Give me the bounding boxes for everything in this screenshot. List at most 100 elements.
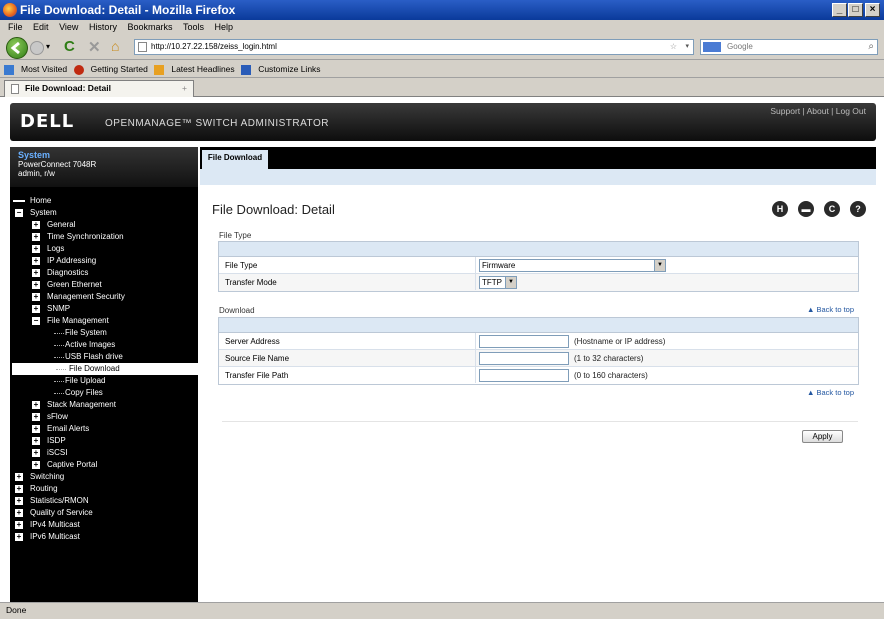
tree-item-home[interactable]: Home [10,195,198,207]
search-engine-icon[interactable] [703,42,721,52]
tree-item-general[interactable]: + General [10,219,198,231]
tree-item-management-security[interactable]: + Management Security [10,291,198,303]
expand-icon[interactable]: + [32,437,40,445]
back-button[interactable] [6,37,28,59]
bookmark-most-visited[interactable]: Most Visited [4,61,67,78]
tree-item-email-alerts[interactable]: + Email Alerts [10,423,198,435]
server-address-input[interactable] [479,335,569,348]
expand-icon[interactable]: + [15,509,23,517]
print-icon[interactable]: ▬ [798,201,814,217]
expand-icon[interactable]: + [15,497,23,505]
expand-icon[interactable]: + [32,245,40,253]
menu-history[interactable]: History [89,20,117,35]
menu-file[interactable]: File [8,20,23,35]
file-type-value: Firmware [482,261,516,270]
tree-item-file-management[interactable]: − File Management [10,315,198,327]
history-dropdown-icon[interactable]: ▾ [46,42,50,51]
tree-item-green-ethernet[interactable]: + Green Ethernet [10,279,198,291]
close-button[interactable]: × [865,3,880,17]
tree-item-routing[interactable]: + Routing [10,483,198,495]
tree-item-copy-files[interactable]: Copy Files [10,387,198,399]
divider [222,421,858,422]
help-icon[interactable]: ? [850,201,866,217]
tree-item-snmp[interactable]: + SNMP [10,303,198,315]
menu-help[interactable]: Help [215,20,234,35]
apply-button[interactable]: Apply [802,430,843,443]
tree-item-isdp[interactable]: + ISDP [10,435,198,447]
tree-item-file-upload[interactable]: File Upload [10,375,198,387]
expand-icon[interactable]: + [32,461,40,469]
tree-item-captive-portal[interactable]: + Captive Portal [10,459,198,471]
tree-item-statistics-rmon[interactable]: + Statistics/RMON [10,495,198,507]
back-to-top-link[interactable]: ▲ Back to top [807,388,854,397]
expand-icon[interactable]: + [32,221,40,229]
forward-button[interactable] [30,41,44,55]
search-icon[interactable]: ⌕ [868,40,874,54]
tree-item-stack-management[interactable]: + Stack Management [10,399,198,411]
expand-icon[interactable]: + [32,233,40,241]
expand-icon[interactable]: + [32,269,40,277]
expand-icon[interactable]: + [32,257,40,265]
tree-item-ipv6-multicast[interactable]: + IPv6 Multicast [10,531,198,543]
minimize-button[interactable]: _ [832,3,847,17]
menu-bookmarks[interactable]: Bookmarks [127,20,172,35]
expand-icon[interactable]: + [32,293,40,301]
expand-icon[interactable]: + [32,401,40,409]
expand-icon[interactable]: + [15,533,23,541]
tree-item-system[interactable]: − System [10,207,198,219]
bookmark-customize-links[interactable]: Customize Links [241,61,321,78]
browser-tab[interactable]: File Download: Detail + [4,80,194,97]
refresh-icon[interactable]: C [824,201,840,217]
expand-icon[interactable]: + [15,521,23,529]
search-input[interactable]: Google ⌕ [700,39,878,55]
expand-icon[interactable]: + [32,425,40,433]
transfer-mode-select[interactable]: TFTP ▼ [479,276,517,289]
tree-item-iscsi[interactable]: + iSCSI [10,447,198,459]
bookmark-star-icon[interactable]: ☆ [670,40,677,54]
row-divider [475,367,476,383]
tree-item-usb-flash-drive[interactable]: USB Flash drive [10,351,198,363]
save-icon[interactable]: H [772,201,788,217]
expand-icon[interactable]: + [15,473,23,481]
stop-icon[interactable]: ✕ [88,38,101,56]
menu-view[interactable]: View [59,20,78,35]
url-dropdown-icon[interactable]: ▾ [685,40,689,54]
expand-icon[interactable]: + [15,485,23,493]
expand-icon[interactable]: + [32,281,40,289]
tree-item-time-synchronization[interactable]: + Time Synchronization [10,231,198,243]
menu-tools[interactable]: Tools [183,20,204,35]
tree-item-label: Management Security [47,292,125,301]
tree-item-sflow[interactable]: + sFlow [10,411,198,423]
transfer-path-input[interactable] [479,369,569,382]
firefox-bookmark-icon [73,64,84,75]
tree-item-ipv4-multicast[interactable]: + IPv4 Multicast [10,519,198,531]
menu-edit[interactable]: Edit [33,20,49,35]
tree-item-active-images[interactable]: Active Images [10,339,198,351]
home-icon[interactable]: ⌂ [111,38,119,54]
rss-icon [154,64,165,75]
bookmark-getting-started[interactable]: Getting Started [73,61,148,78]
source-file-input[interactable] [479,352,569,365]
tree-item-ip-addressing[interactable]: + IP Addressing [10,255,198,267]
tree-item-logs[interactable]: + Logs [10,243,198,255]
expand-icon[interactable]: + [32,305,40,313]
expand-icon[interactable]: + [32,413,40,421]
tree-item-diagnostics[interactable]: + Diagnostics [10,267,198,279]
new-tab-button[interactable]: + [182,81,187,96]
tree-item-file-download[interactable]: File Download [12,363,198,375]
chevron-down-icon: ▼ [654,260,665,271]
file-type-select[interactable]: Firmware ▼ [479,259,666,272]
collapse-icon[interactable]: − [15,209,23,217]
expand-icon[interactable]: + [32,449,40,457]
back-to-top-link[interactable]: ▲ Back to top [807,305,854,314]
tab-file-download[interactable]: File Download [202,150,268,169]
collapse-icon[interactable]: − [32,317,40,325]
url-bar[interactable]: http://10.27.22.158/zeiss_login.html ☆ ▾ [134,39,694,55]
tree-item-switching[interactable]: + Switching [10,471,198,483]
header-links[interactable]: Support | About | Log Out [770,106,866,116]
maximize-button[interactable]: □ [848,3,863,17]
reload-icon[interactable]: C [64,38,75,55]
tree-item-file-system[interactable]: File System [10,327,198,339]
tree-item-quality-of-service[interactable]: + Quality of Service [10,507,198,519]
bookmark-latest-headlines[interactable]: Latest Headlines [154,61,235,78]
